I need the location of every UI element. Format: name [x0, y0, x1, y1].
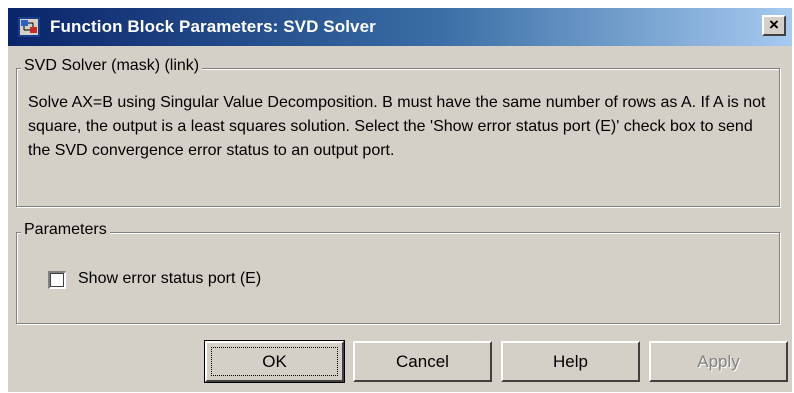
cancel-button[interactable]: Cancel [353, 341, 492, 382]
window-title: Function Block Parameters: SVD Solver [50, 17, 376, 36]
title-bar[interactable]: Function Block Parameters: SVD Solver × [8, 8, 792, 46]
apply-button-label: Apply [697, 352, 740, 371]
dialog-window: Function Block Parameters: SVD Solver × … [8, 8, 792, 392]
description-group-legend: SVD Solver (mask) (link) [21, 57, 203, 75]
parameters-group-legend: Parameters [21, 221, 110, 239]
help-button[interactable]: Help [501, 341, 640, 382]
show-error-status-port-label[interactable]: Show error status port (E) [78, 270, 261, 288]
focus-rectangle [211, 347, 338, 376]
help-button-label: Help [553, 352, 588, 371]
close-icon: × [769, 15, 779, 34]
close-button[interactable]: × [762, 15, 786, 36]
apply-button: Apply [649, 341, 788, 382]
cancel-button-label: Cancel [396, 352, 449, 371]
show-error-status-port-checkbox[interactable] [48, 271, 66, 289]
simulink-block-icon [18, 17, 40, 37]
ok-button[interactable]: OK [204, 340, 345, 383]
block-description: Solve AX=B using Singular Value Decompos… [28, 94, 766, 159]
